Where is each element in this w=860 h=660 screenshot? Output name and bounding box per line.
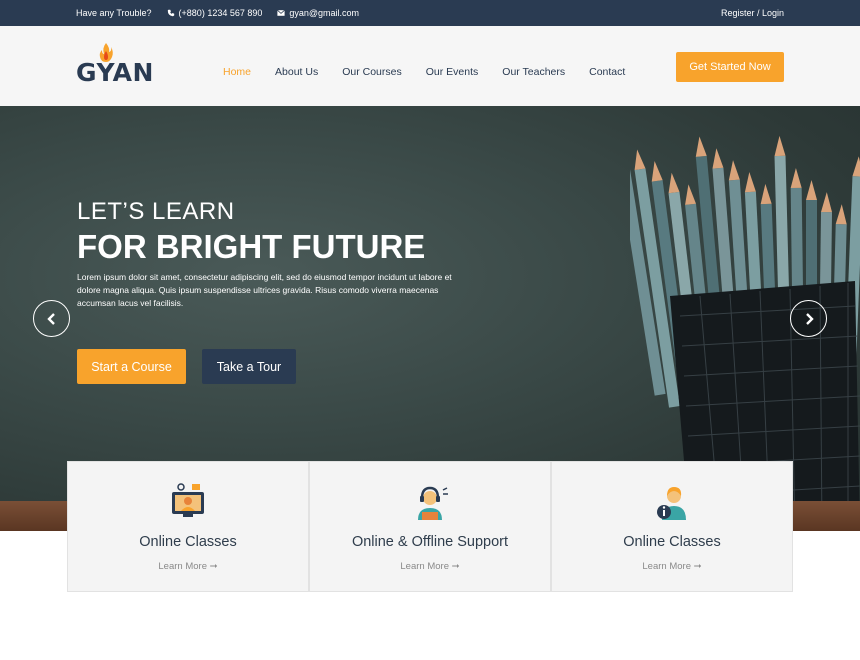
- get-started-button[interactable]: Get Started Now: [676, 52, 784, 82]
- email-item[interactable]: gyan@gmail.com: [277, 8, 359, 18]
- phone-item[interactable]: (+880) 1234 567 890: [167, 8, 263, 18]
- chevron-left-icon: [46, 312, 55, 325]
- info-person-icon: [657, 487, 686, 520]
- learn-more-link[interactable]: Learn More ➞: [68, 561, 308, 572]
- chevron-right-icon: [805, 312, 814, 325]
- phone-icon: [167, 9, 174, 17]
- feature-card[interactable]: Online Classes Learn More ➞: [67, 461, 309, 592]
- support-agent-icon: [418, 486, 448, 520]
- top-bar-contact: Have any Trouble? (+880) 1234 567 890 gy…: [76, 8, 359, 18]
- envelope-icon: [277, 9, 286, 16]
- feature-title: Online Classes: [139, 534, 237, 550]
- hero-title: FOR BRIGHT FUTURE: [77, 228, 426, 265]
- main-nav: Home About Us Our Courses Our Events Our Tea…: [223, 66, 625, 78]
- hero-description: Lorem ipsum dolor sit amet, consectetur …: [77, 272, 452, 308]
- arrow-right-icon: ➞: [693, 561, 702, 572]
- start-course-button[interactable]: Start a Course: [77, 349, 186, 384]
- learn-more-label: Learn More: [158, 561, 207, 572]
- nav-item-our-teachers[interactable]: Our Teachers: [502, 66, 565, 78]
- trouble-text: Have any Trouble?: [76, 8, 152, 18]
- learn-more-link[interactable]: Learn More ➞: [310, 561, 550, 572]
- nav-item-contact[interactable]: Contact: [589, 66, 625, 78]
- slider-next-button[interactable]: [790, 300, 827, 337]
- top-bar: Have any Trouble? (+880) 1234 567 890 gy…: [0, 0, 860, 26]
- hero-subtitle: LET’S LEARN: [77, 198, 235, 225]
- slider-prev-button[interactable]: [33, 300, 70, 337]
- learn-more-link[interactable]: Learn More ➞: [552, 561, 792, 572]
- feature-title: Online & Offline Support: [351, 534, 509, 550]
- feature-card[interactable]: Online Classes Learn More ➞: [551, 461, 793, 592]
- nav-item-home[interactable]: Home: [223, 66, 251, 78]
- learn-more-label: Learn More: [642, 561, 691, 572]
- feature-card[interactable]: Online & Offline Support Learn More ➞: [309, 461, 551, 592]
- logo-text: GYAN: [76, 58, 154, 87]
- site-logo[interactable]: GYAN: [76, 42, 156, 88]
- phone-number: (+880) 1234 567 890: [178, 8, 263, 18]
- online-class-icon: [172, 483, 204, 517]
- nav-item-our-events[interactable]: Our Events: [426, 66, 479, 78]
- feature-cards: Online Classes Learn More ➞ Online & Off…: [67, 461, 793, 592]
- register-login-link[interactable]: Register / Login: [721, 8, 784, 18]
- learn-more-label: Learn More: [400, 561, 449, 572]
- nav-item-about-us[interactable]: About Us: [275, 66, 318, 78]
- arrow-right-icon: ➞: [209, 561, 218, 572]
- email-address: gyan@gmail.com: [289, 8, 360, 18]
- feature-title: Online Classes: [623, 534, 721, 550]
- arrow-right-icon: ➞: [451, 561, 460, 572]
- main-header: GYAN Home About Us Our Courses Our Events Ou…: [0, 26, 860, 106]
- nav-item-our-courses[interactable]: Our Courses: [342, 66, 402, 78]
- take-tour-button[interactable]: Take a Tour: [202, 349, 296, 384]
- auth-links[interactable]: Register / Login: [721, 8, 784, 18]
